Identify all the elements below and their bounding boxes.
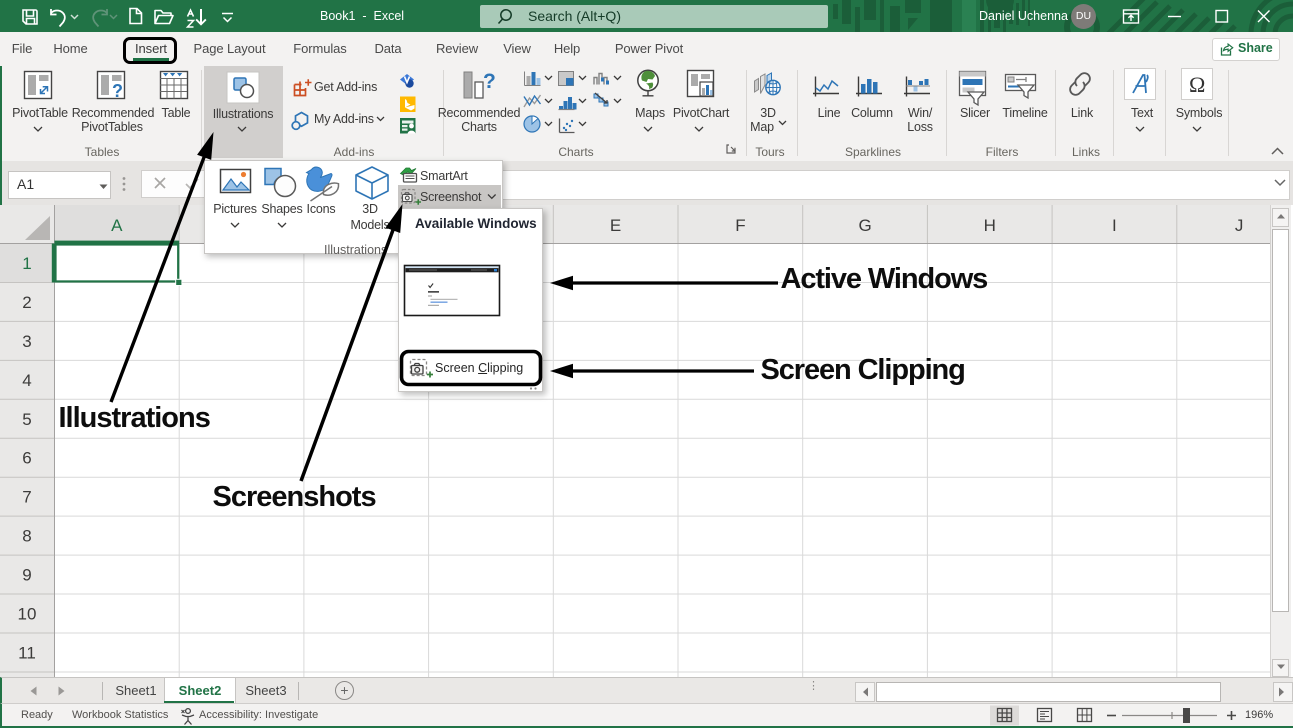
svg-text:G: G	[858, 216, 871, 235]
svg-text:4: 4	[22, 371, 31, 390]
svg-text:A: A	[111, 216, 123, 235]
svg-text:3: 3	[22, 332, 31, 351]
svg-text:8: 8	[22, 527, 31, 546]
svg-text:I: I	[1112, 216, 1117, 235]
svg-text:7: 7	[22, 488, 31, 507]
svg-text:11: 11	[18, 644, 36, 663]
svg-text:5: 5	[22, 410, 31, 429]
svg-text:10: 10	[18, 605, 37, 624]
svg-text:?: ?	[112, 81, 123, 101]
svg-text:J: J	[1235, 216, 1244, 235]
svg-text:Ω: Ω	[1189, 72, 1205, 97]
svg-text:F: F	[735, 216, 745, 235]
svg-text:1: 1	[22, 254, 31, 273]
svg-text:H: H	[984, 216, 996, 235]
svg-text:E: E	[610, 216, 621, 235]
svg-text:9: 9	[22, 566, 31, 585]
svg-text:?: ?	[483, 70, 496, 93]
svg-text:6: 6	[22, 449, 31, 468]
svg-text:2: 2	[22, 293, 31, 312]
